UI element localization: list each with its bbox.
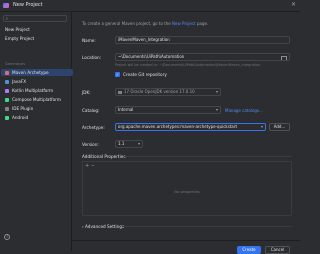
window-title: New Project: [13, 2, 43, 8]
properties-empty-text: No properties: [174, 189, 200, 194]
section-divider: [122, 226, 292, 227]
plugin-icon: [5, 107, 9, 111]
android-icon: [5, 116, 9, 120]
jdk-icon: [118, 90, 122, 94]
properties-table: + − No properties: [82, 161, 292, 216]
compose-icon: [5, 98, 9, 102]
footer-separator: [72, 240, 300, 241]
kotlin-icon: [5, 89, 9, 93]
new-project-link[interactable]: New Project: [172, 21, 196, 26]
version-value: 1.1: [118, 141, 125, 146]
info-text: To create a general Maven project, go to…: [82, 21, 208, 26]
javafx-icon: [5, 80, 9, 84]
name-field[interactable]: iMavenMaven_Integration: [115, 36, 290, 44]
sidebar-item-label: Android: [12, 115, 29, 120]
chevron-down-icon: ▾: [215, 89, 218, 94]
jdk-value: 17 Oracle OpenJDK version 17.0.10: [124, 89, 195, 94]
generators-section-label: Generators: [5, 62, 26, 66]
sidebar-item-label: New Project: [5, 27, 30, 32]
version-select[interactable]: 1.1 ▾: [115, 140, 143, 148]
archetype-value: org.apache.maven.archetypes:maven-archet…: [118, 124, 238, 129]
section-divider: [124, 156, 292, 157]
intellij-logo-icon: [3, 3, 9, 8]
name-label: Name:: [82, 38, 96, 43]
manage-catalogs-link[interactable]: Manage catalogs...: [225, 108, 263, 113]
archetype-select[interactable]: org.apache.maven.archetypes:maven-archet…: [115, 123, 266, 131]
sidebar-item-kotlin-multiplatform[interactable]: Kotlin Multiplatform: [5, 87, 53, 94]
create-button[interactable]: Create: [237, 246, 261, 254]
archetype-label: Archetype:: [82, 125, 105, 130]
maven-icon: [5, 71, 9, 75]
jdk-select[interactable]: 17 Oracle OpenJDK version 17.0.10 ▾: [115, 88, 221, 96]
sidebar-item-label: Maven Archetype: [12, 70, 49, 75]
info-prefix: To create a general Maven project, go to…: [82, 21, 171, 26]
sidebar-item-label: Compose Multiplatform: [12, 97, 61, 102]
jdk-label: JDK:: [82, 90, 91, 95]
location-value: ~\Documents\UiPath\Automation: [118, 54, 185, 59]
sidebar-item-ide-plugin[interactable]: IDE Plugin: [5, 105, 33, 112]
sidebar-item-maven-archetype[interactable]: Maven Archetype: [1, 69, 73, 76]
sidebar-item-android[interactable]: Android: [5, 114, 28, 121]
create-git-checkbox[interactable]: ✓: [115, 72, 120, 77]
sidebar-item-new-project[interactable]: New Project: [5, 26, 30, 33]
cancel-button[interactable]: Cancel: [265, 246, 290, 254]
close-icon[interactable]: ✕: [291, 1, 296, 8]
sidebar-item-compose-multiplatform[interactable]: Compose Multiplatform: [5, 96, 61, 103]
sidebar-item-label: Empty Project: [5, 36, 35, 41]
title-bar: New Project ✕: [0, 0, 300, 12]
catalog-value: Internal: [118, 107, 134, 112]
chevron-down-icon: ▾: [260, 124, 263, 129]
create-git-label: Create Git repository: [123, 72, 167, 77]
add-remove-property-icons[interactable]: + −: [85, 163, 95, 169]
additional-properties-title: Additional Properties: [82, 154, 126, 159]
catalog-label: Catalog:: [82, 108, 100, 113]
location-field[interactable]: ~\Documents\UiPath\Automation: [115, 53, 290, 61]
location-label: Location:: [82, 55, 102, 60]
chevron-down-icon: ▾: [137, 141, 140, 146]
version-label: Version:: [82, 142, 99, 147]
main-panel: To create a general Maven project, go to…: [72, 12, 300, 254]
search-icon: ⌕: [5, 17, 9, 22]
catalog-select[interactable]: Internal ▾: [115, 106, 221, 114]
folder-icon[interactable]: [281, 55, 287, 60]
sidebar-item-empty-project[interactable]: Empty Project: [5, 35, 34, 42]
sidebar-item-label: JavaFX: [12, 79, 27, 84]
advanced-settings-toggle[interactable]: › Advanced Settings: [82, 224, 124, 229]
chevron-down-icon: ▾: [215, 107, 218, 112]
sidebar: ⌕ New Project Empty Project Generators M…: [0, 12, 73, 251]
help-icon[interactable]: ?: [4, 234, 10, 240]
sidebar-item-label: Kotlin Multiplatform: [12, 88, 54, 93]
add-archetype-button[interactable]: Add...: [269, 123, 290, 131]
location-hint: Project will be created in: ~\Documents\…: [115, 63, 261, 67]
sidebar-item-label: IDE Plugin: [12, 106, 34, 111]
info-suffix: page.: [196, 21, 209, 26]
sidebar-item-javafx[interactable]: JavaFX: [5, 78, 26, 85]
sidebar-search-input[interactable]: ⌕: [3, 15, 67, 22]
